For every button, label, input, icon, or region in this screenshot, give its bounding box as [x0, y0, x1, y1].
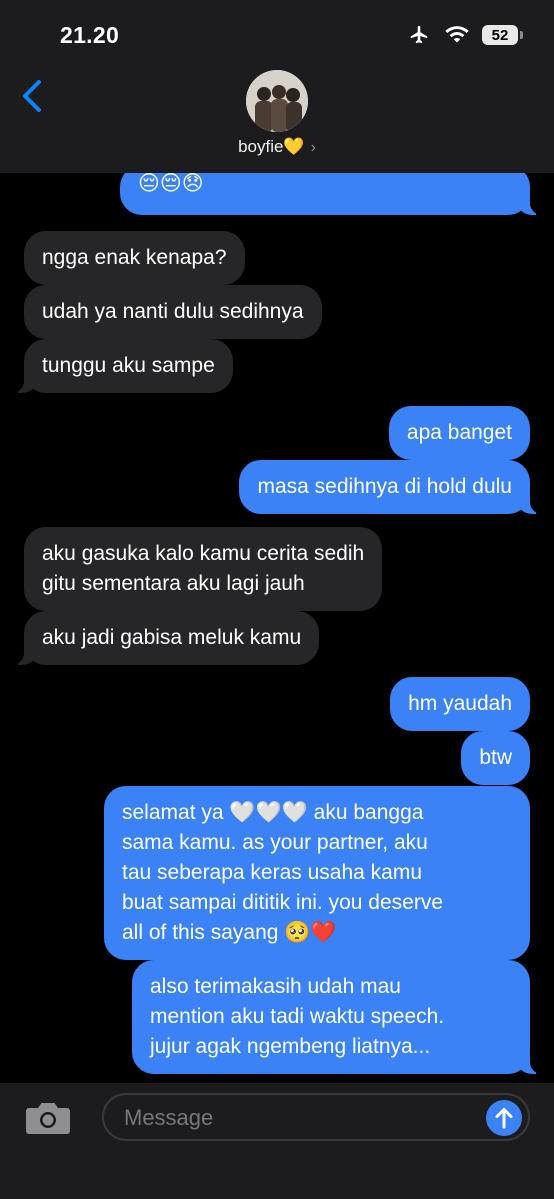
message-thread[interactable]: 😔😔😞 ngga enak kenapa? udah ya nanti dulu…: [0, 173, 554, 1083]
camera-button[interactable]: [24, 1097, 72, 1137]
wifi-icon: [445, 26, 469, 43]
battery-icon: 52: [482, 25, 523, 45]
contact-name: boyfie💛: [238, 137, 305, 156]
message-input[interactable]: Message: [102, 1093, 530, 1141]
avatar-photo: [246, 70, 308, 132]
message-bubble-outgoing[interactable]: also terimakasih udah mau mention aku ta…: [132, 960, 530, 1074]
message-bubble-outgoing[interactable]: 😔😔😞: [120, 173, 530, 215]
message-bubble-incoming[interactable]: ngga enak kenapa?: [24, 231, 245, 285]
message-bubble-outgoing[interactable]: selamat ya 🤍🤍🤍 aku bangga sama kamu. as …: [104, 786, 530, 960]
message-bubble-incoming[interactable]: udah ya nanti dulu sedihnya: [24, 285, 322, 339]
message-bubble-incoming[interactable]: aku gasuka kalo kamu cerita sedih gitu s…: [24, 527, 383, 611]
status-bar: 21.20 52: [0, 0, 554, 70]
back-chevron-icon: [23, 80, 41, 112]
message-bubble-outgoing[interactable]: masa sedihnya di hold dulu: [239, 460, 530, 514]
contact-name-button[interactable]: boyfie💛 ›: [0, 137, 554, 157]
message-bubble-outgoing[interactable]: hm yaudah: [390, 677, 530, 731]
back-button[interactable]: [14, 76, 50, 116]
send-button[interactable]: [486, 1100, 522, 1136]
message-input-placeholder: Message: [124, 1105, 214, 1130]
battery-level: 52: [491, 26, 509, 44]
message-bubble-outgoing[interactable]: btw: [461, 731, 530, 785]
message-bubble-outgoing[interactable]: apa banget: [388, 406, 530, 460]
chevron-right-icon: ›: [310, 139, 316, 156]
airplane-icon: [410, 25, 428, 44]
status-time: 21.20: [60, 22, 120, 48]
camera-icon: [26, 1103, 70, 1134]
send-arrow-icon: [495, 1108, 513, 1129]
message-bubble-incoming[interactable]: aku jadi gabisa meluk kamu: [24, 611, 320, 665]
contact-avatar[interactable]: [246, 70, 308, 132]
message-composer: Message: [0, 1083, 554, 1199]
message-bubble-incoming[interactable]: tunggu aku sampe: [24, 339, 233, 393]
